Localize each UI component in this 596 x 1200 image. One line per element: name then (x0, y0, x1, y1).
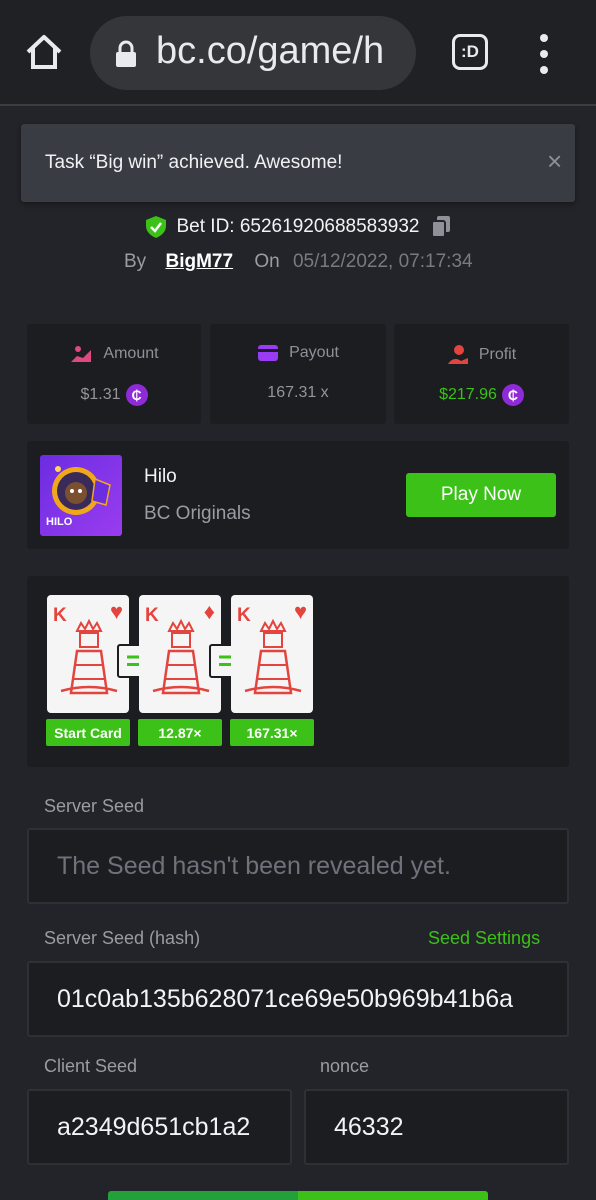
payout-value: 167.31 x (267, 384, 329, 401)
server-seed-label: Server Seed (44, 796, 145, 816)
profit-icon (447, 345, 468, 364)
multiplier-badge: 167.31× (230, 719, 314, 746)
king-figure-icon (244, 618, 302, 695)
bet-id: Bet ID: 65261920688583932 (176, 216, 420, 237)
cards-history: K ♥ = K ♦ = K ♥ Start Card 12.87× 167.31… (27, 576, 569, 767)
play-now-button[interactable]: Play Now (406, 473, 556, 517)
game-provider: BC Originals (144, 503, 251, 524)
client-seed-value: a2349d651cb1a2 (57, 1113, 251, 1141)
stat-amount: Amount $1.31 ₵ (27, 324, 201, 424)
on-label: On (254, 251, 280, 272)
amount-icon (71, 346, 92, 362)
seed-settings-link[interactable]: Seed Settings (428, 928, 540, 949)
verified-shield-icon (145, 216, 166, 238)
profit-value: $217.96 (439, 386, 497, 403)
profit-label: Profit (478, 346, 517, 363)
server-seed-hash-label: Server Seed (hash) (44, 928, 201, 948)
hilo-thumbnail[interactable]: HILO (40, 455, 122, 536)
username-link[interactable]: BigM77 (165, 251, 233, 272)
hilo-thumb-label: HILO (46, 516, 73, 528)
by-label: By (124, 251, 147, 272)
amount-label: Amount (103, 345, 159, 362)
server-seed-hash-value: 01c0ab135b628071ce69e50b969b41b6a (57, 985, 514, 1013)
nonce-label: nonce (320, 1056, 370, 1076)
server-seed-placeholder: The Seed hasn't been revealed yet. (57, 852, 451, 880)
payout-label: Payout (289, 344, 339, 361)
lock-icon (116, 40, 136, 67)
bet-date: 05/12/2022, 07:17:34 (292, 251, 473, 272)
browser-toolbar: bc.co/game/h :D (0, 0, 596, 106)
amount-value: $1.31 (80, 386, 121, 403)
server-seed-field[interactable]: The Seed hasn't been revealed yet. (27, 828, 569, 904)
stat-payout: Payout 167.31 x (210, 324, 386, 424)
close-icon[interactable]: × (547, 148, 562, 174)
client-seed-field[interactable]: a2349d651cb1a2 (27, 1089, 292, 1165)
url-bar[interactable]: bc.co/game/h (90, 16, 416, 90)
server-seed-hash-field[interactable]: 01c0ab135b628071ce69e50b969b41b6a (27, 961, 569, 1037)
client-seed-label: Client Seed (44, 1056, 138, 1076)
more-menu-icon[interactable] (530, 34, 558, 74)
home-icon[interactable] (22, 30, 66, 74)
multiplier-badge: 12.87× (138, 719, 222, 746)
bet-id-row: Bet ID: 65261920688583932 (0, 212, 596, 242)
verify-button[interactable] (108, 1191, 488, 1200)
multiplier-badge: Start Card (46, 719, 130, 746)
toast-message: Task “Big win” achieved. Awesome! (45, 152, 343, 173)
coin-icon: ₵ (501, 384, 524, 406)
game-name: Hilo (144, 466, 177, 487)
achievement-toast: Task “Big win” achieved. Awesome! × (21, 124, 575, 202)
coin-icon: ₵ (125, 384, 148, 406)
payout-icon (258, 345, 279, 361)
playing-card: K ♥ (231, 595, 313, 713)
game-card: HILO Hilo BC Originals Play Now (27, 441, 569, 549)
nonce-value: 46332 (334, 1113, 404, 1141)
nonce-field[interactable]: 46332 (304, 1089, 569, 1165)
copy-icon[interactable] (430, 215, 452, 239)
url-text: bc.co/game/h (156, 30, 385, 72)
tab-switcher-button[interactable]: :D (452, 34, 488, 70)
stat-profit: Profit $217.96 ₵ (394, 324, 569, 424)
bet-meta: By BigM77 On 05/12/2022, 07:17:34 (124, 251, 473, 273)
